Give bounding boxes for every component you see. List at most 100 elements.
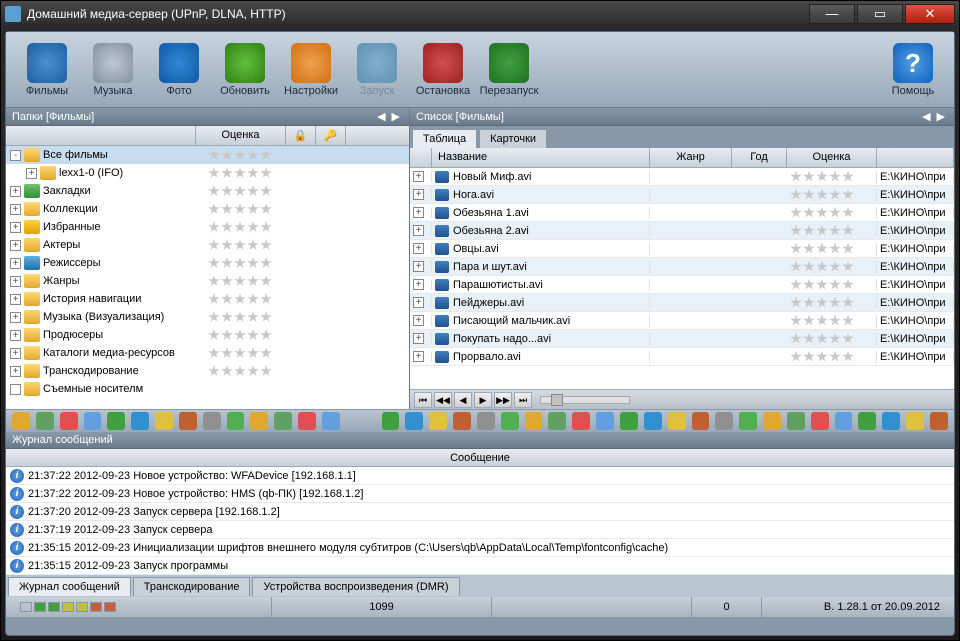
expand-button[interactable]: + bbox=[10, 348, 21, 359]
player-first-button[interactable]: ⏮ bbox=[414, 392, 432, 408]
tree-row[interactable]: +Продюсеры bbox=[6, 326, 409, 344]
bottom-tab-2[interactable]: Устройства воспроизведения (DMR) bbox=[252, 577, 459, 596]
tab-1[interactable]: Карточки bbox=[479, 129, 547, 148]
tool-help[interactable]: Помощь bbox=[880, 43, 946, 97]
action-icon-16[interactable] bbox=[429, 412, 447, 430]
expand-button[interactable]: + bbox=[413, 171, 424, 182]
grid-row[interactable]: +Пара и шут.aviE:\КИНО\при bbox=[410, 258, 954, 276]
tool-films[interactable]: Фильмы bbox=[14, 43, 80, 97]
expand-button[interactable]: + bbox=[10, 222, 21, 233]
action-icon-5[interactable] bbox=[131, 412, 149, 430]
expand-button[interactable]: + bbox=[413, 297, 424, 308]
action-icon-20[interactable] bbox=[525, 412, 543, 430]
player-next-button[interactable]: ▶▶ bbox=[494, 392, 512, 408]
tree-row[interactable]: +Избранные bbox=[6, 218, 409, 236]
action-icon-12[interactable] bbox=[298, 412, 316, 430]
action-icon-11[interactable] bbox=[274, 412, 292, 430]
tree-row[interactable]: +История навигации bbox=[6, 290, 409, 308]
close-button[interactable]: ✕ bbox=[905, 4, 955, 24]
tree-row[interactable]: +Каталоги медиа-ресурсов bbox=[6, 344, 409, 362]
action-icon-7[interactable] bbox=[179, 412, 197, 430]
tree-row[interactable]: +Актеры bbox=[6, 236, 409, 254]
expand-button[interactable]: + bbox=[10, 366, 21, 377]
expand-button[interactable]: + bbox=[413, 279, 424, 290]
player-last-button[interactable]: ⏭ bbox=[514, 392, 532, 408]
grid-row[interactable]: +Парашютисты.aviE:\КИНО\при bbox=[410, 276, 954, 294]
action-icon-34[interactable] bbox=[858, 412, 876, 430]
rating-stars[interactable] bbox=[208, 185, 288, 197]
rating-stars[interactable] bbox=[208, 347, 288, 359]
rating-stars[interactable] bbox=[790, 207, 870, 219]
action-icon-28[interactable] bbox=[715, 412, 733, 430]
rating-stars[interactable] bbox=[208, 203, 288, 215]
action-icon-33[interactable] bbox=[835, 412, 853, 430]
action-icon-24[interactable] bbox=[620, 412, 638, 430]
action-icon-37[interactable] bbox=[930, 412, 948, 430]
rating-stars[interactable] bbox=[208, 365, 288, 377]
tree-row[interactable]: +Транскодирование bbox=[6, 362, 409, 380]
player-prev-button[interactable]: ◀◀ bbox=[434, 392, 452, 408]
folder-tree[interactable]: -Все фильмы+lexx1-0 (IFO)+Закладки+Колле… bbox=[6, 146, 409, 409]
tool-settings[interactable]: Настройки bbox=[278, 43, 344, 97]
expand-button[interactable]: + bbox=[10, 330, 21, 341]
action-icon-14[interactable] bbox=[382, 412, 400, 430]
rating-stars[interactable] bbox=[208, 293, 288, 305]
rating-stars[interactable] bbox=[790, 225, 870, 237]
grid-row[interactable]: +Покупать надо...aviE:\КИНО\при bbox=[410, 330, 954, 348]
tool-photo[interactable]: Фото bbox=[146, 43, 212, 97]
action-icon-30[interactable] bbox=[763, 412, 781, 430]
tree-row[interactable]: +Закладки bbox=[6, 182, 409, 200]
expand-button[interactable]: + bbox=[10, 312, 21, 323]
action-icon-10[interactable] bbox=[250, 412, 268, 430]
action-icon-21[interactable] bbox=[548, 412, 566, 430]
tree-row[interactable]: +Коллекции bbox=[6, 200, 409, 218]
player-fwd-button[interactable]: ▶ bbox=[474, 392, 492, 408]
expand-button[interactable] bbox=[10, 384, 21, 395]
player-back-button[interactable]: ◀ bbox=[454, 392, 472, 408]
log-row[interactable]: 21:37:20 2012-09-23 Запуск сервера [192.… bbox=[6, 503, 954, 521]
action-icon-2[interactable] bbox=[60, 412, 78, 430]
action-icon-36[interactable] bbox=[906, 412, 924, 430]
rating-stars[interactable] bbox=[790, 315, 870, 327]
action-icon-3[interactable] bbox=[84, 412, 102, 430]
rating-stars[interactable] bbox=[790, 351, 870, 363]
col-key-icon[interactable]: 🔑 bbox=[316, 126, 346, 145]
action-icon-19[interactable] bbox=[501, 412, 519, 430]
expand-button[interactable]: + bbox=[413, 261, 424, 272]
action-icon-4[interactable] bbox=[107, 412, 125, 430]
gcol-exp[interactable] bbox=[410, 148, 432, 167]
log-row[interactable]: 21:37:19 2012-09-23 Запуск сервера bbox=[6, 521, 954, 539]
rating-stars[interactable] bbox=[790, 189, 870, 201]
action-icon-6[interactable] bbox=[155, 412, 173, 430]
bottom-tab-1[interactable]: Транскодирование bbox=[133, 577, 251, 596]
log-row[interactable]: 21:37:22 2012-09-23 Новое устройство: WF… bbox=[6, 467, 954, 485]
expand-button[interactable]: + bbox=[413, 207, 424, 218]
action-icon-15[interactable] bbox=[405, 412, 423, 430]
rating-stars[interactable] bbox=[208, 167, 288, 179]
action-icon-8[interactable] bbox=[203, 412, 221, 430]
slider-thumb[interactable] bbox=[551, 394, 563, 406]
rating-stars[interactable] bbox=[790, 279, 870, 291]
expand-button[interactable]: + bbox=[10, 204, 21, 215]
action-icon-31[interactable] bbox=[787, 412, 805, 430]
log-list[interactable]: 21:37:22 2012-09-23 Новое устройство: WF… bbox=[6, 467, 954, 575]
action-icon-25[interactable] bbox=[644, 412, 662, 430]
log-row[interactable]: 21:35:15 2012-09-23 Запуск программы bbox=[6, 557, 954, 575]
tab-0[interactable]: Таблица bbox=[412, 129, 477, 148]
gcol-rating[interactable]: Оценка bbox=[787, 148, 877, 167]
expand-button[interactable]: + bbox=[413, 315, 424, 326]
action-icon-9[interactable] bbox=[227, 412, 245, 430]
tree-row[interactable]: +Жанры bbox=[6, 272, 409, 290]
log-row[interactable]: 21:37:22 2012-09-23 Новое устройство: HM… bbox=[6, 485, 954, 503]
expand-button[interactable]: + bbox=[10, 258, 21, 269]
log-col-header[interactable]: Сообщение bbox=[6, 449, 954, 467]
rating-stars[interactable] bbox=[790, 171, 870, 183]
action-icon-0[interactable] bbox=[12, 412, 30, 430]
tool-stop[interactable]: Остановка bbox=[410, 43, 476, 97]
gcol-path[interactable] bbox=[877, 148, 954, 167]
gcol-genre[interactable]: Жанр bbox=[650, 148, 732, 167]
grid-row[interactable]: +Овцы.aviE:\КИНО\при bbox=[410, 240, 954, 258]
expand-button[interactable]: + bbox=[413, 225, 424, 236]
rating-stars[interactable] bbox=[790, 333, 870, 345]
expand-button[interactable]: + bbox=[413, 243, 424, 254]
